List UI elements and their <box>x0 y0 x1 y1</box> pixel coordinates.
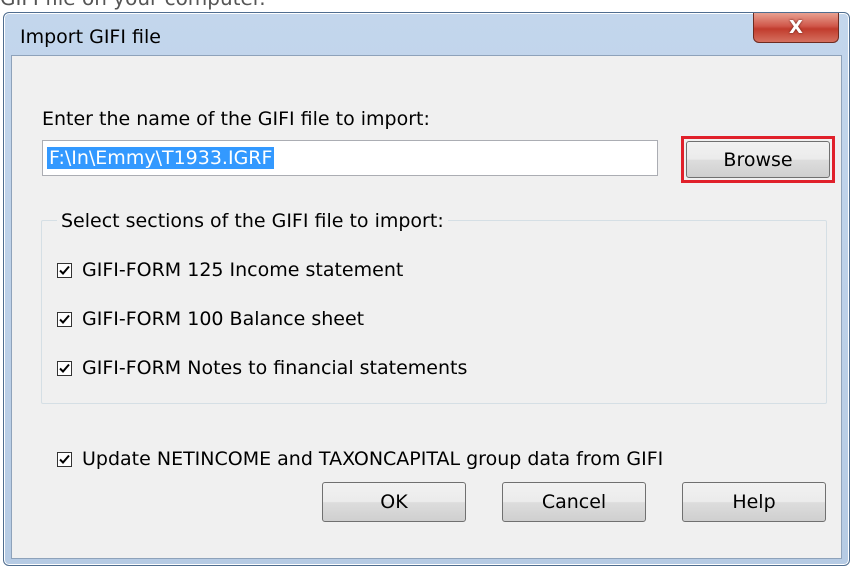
file-name-label: Enter the name of the GIFI file to impor… <box>42 108 430 130</box>
update-option-label: Update NETINCOME and TAXONCAPITAL group … <box>82 448 664 470</box>
checkbox-icon[interactable] <box>57 311 72 327</box>
cancel-button-label: Cancel <box>541 491 607 513</box>
import-gifi-dialog: Import GIFI file X Enter the name of the… <box>3 12 850 566</box>
title-bar[interactable]: Import GIFI file X <box>4 13 849 57</box>
sections-legend: Select sections of the GIFI file to impo… <box>57 210 448 232</box>
checkbox-icon[interactable] <box>57 360 72 376</box>
help-button[interactable]: Help <box>682 482 826 522</box>
section-label: GIFI-FORM Notes to financial statements <box>82 357 468 379</box>
file-path-value: F:\In\Emmy\T1933.IGRF <box>47 147 275 169</box>
checkbox-icon[interactable] <box>57 262 72 278</box>
section-checkbox-notes[interactable]: GIFI-FORM Notes to financial statements <box>57 357 467 379</box>
cancel-button[interactable]: Cancel <box>502 482 646 522</box>
section-label: GIFI-FORM 125 Income statement <box>82 259 404 281</box>
page-caption-fragment: GIFI file on your computer. <box>0 0 266 10</box>
update-group-data-checkbox[interactable]: Update NETINCOME and TAXONCAPITAL group … <box>57 448 663 470</box>
section-label: GIFI-FORM 100 Balance sheet <box>82 308 365 330</box>
browse-highlight-box <box>681 136 835 183</box>
section-checkbox-balance-sheet[interactable]: GIFI-FORM 100 Balance sheet <box>57 308 364 330</box>
ok-button[interactable]: OK <box>322 482 466 522</box>
dialog-body: Enter the name of the GIFI file to impor… <box>11 55 842 559</box>
dialog-title: Import GIFI file <box>20 26 161 48</box>
help-button-label: Help <box>732 491 776 513</box>
close-button[interactable]: X <box>753 13 839 43</box>
ok-button-label: OK <box>380 491 408 513</box>
file-path-input[interactable]: F:\In\Emmy\T1933.IGRF <box>42 140 658 176</box>
section-checkbox-income-statement[interactable]: GIFI-FORM 125 Income statement <box>57 259 403 281</box>
close-icon: X <box>789 16 803 38</box>
checkbox-icon[interactable] <box>57 451 72 467</box>
